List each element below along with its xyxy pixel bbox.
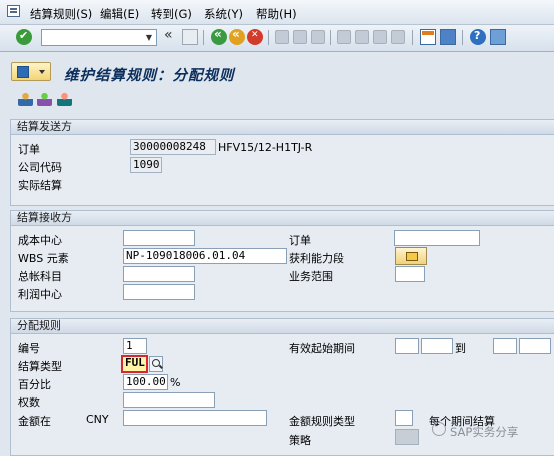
business-area-field[interactable] xyxy=(395,266,425,282)
find-icon[interactable] xyxy=(293,30,307,44)
percentage-label: 百分比 xyxy=(18,378,51,391)
cost-center-field[interactable] xyxy=(123,230,195,246)
valid-from-year-field[interactable] xyxy=(421,338,453,354)
profit-center-field[interactable] xyxy=(123,284,195,300)
new-session-icon[interactable] xyxy=(420,29,436,45)
shortcut-icon[interactable] xyxy=(440,29,456,45)
gl-account-label: 总帐科目 xyxy=(18,270,62,283)
valid-from-label: 有效起始期间 xyxy=(289,342,355,355)
gl-account-field[interactable] xyxy=(123,266,195,282)
cancel-icon[interactable] xyxy=(247,29,263,45)
percentage-field[interactable]: 100.00 xyxy=(123,374,168,390)
command-field[interactable]: ▼ xyxy=(41,29,157,46)
separator xyxy=(330,30,331,45)
save-icon[interactable] xyxy=(182,29,198,45)
customize-layout-icon[interactable] xyxy=(490,29,506,45)
group-header: 结算发送方 xyxy=(11,120,554,135)
strategy-label: 策略 xyxy=(289,434,311,447)
page-title: 维护结算规则：分配规则 xyxy=(64,68,235,84)
menu-help[interactable]: 帮助(H) xyxy=(256,6,297,22)
menu-bar: 结算规则(S) 编辑(E) 转到(G) 系统(Y) 帮助(H) xyxy=(0,0,554,25)
separator xyxy=(412,30,413,45)
wbs-element-label: WBS 元素 xyxy=(18,252,69,265)
valid-from-period-field[interactable] xyxy=(395,338,419,354)
equivalence-number-label: 权数 xyxy=(18,396,40,409)
valid-to-label: 到 xyxy=(455,342,466,355)
amount-label: 金额在 xyxy=(18,415,51,428)
actual-settlement-label: 实际结算 xyxy=(18,179,62,192)
separator xyxy=(203,30,204,45)
menu-goto[interactable]: 转到(G) xyxy=(151,6,192,22)
enter-icon[interactable] xyxy=(16,29,32,45)
watermark: SAP实务分享 xyxy=(450,425,519,439)
currency-label: CNY xyxy=(86,413,109,426)
cost-center-label: 成本中心 xyxy=(18,234,62,247)
business-area-label: 业务范围 xyxy=(289,270,333,283)
previous-page-icon[interactable] xyxy=(355,30,369,44)
find-next-icon[interactable] xyxy=(311,30,325,44)
number-label: 编号 xyxy=(18,342,40,355)
menu-edit[interactable]: 编辑(E) xyxy=(100,6,139,22)
equivalence-number-field[interactable] xyxy=(123,392,215,408)
wechat-icon xyxy=(432,422,446,436)
exit-icon[interactable] xyxy=(229,27,245,45)
search-icon[interactable] xyxy=(149,356,163,372)
number-field[interactable]: 1 xyxy=(123,338,147,354)
settlement-type-field[interactable]: FUL xyxy=(121,355,148,373)
company-code-label: 公司代码 xyxy=(18,161,62,174)
strategy-field xyxy=(395,429,419,445)
valid-to-period-field[interactable] xyxy=(493,338,517,354)
receiver-group: 结算接收方 成本中心 订单 WBS 元素 NP-109018006.01.04 … xyxy=(10,210,554,312)
person-group-icon[interactable] xyxy=(37,92,52,106)
chevron-down-icon[interactable]: ▼ xyxy=(143,31,155,44)
person-icon[interactable] xyxy=(18,92,33,106)
profitability-segment-label: 获利能力段 xyxy=(289,252,344,265)
company-code-field: 1090 xyxy=(130,157,162,173)
amount-field[interactable] xyxy=(123,410,267,426)
profitability-segment-button[interactable] xyxy=(395,247,427,265)
person-lock-icon[interactable] xyxy=(57,92,72,106)
separator xyxy=(462,30,463,45)
last-page-icon[interactable] xyxy=(391,30,405,44)
profit-center-label: 利润中心 xyxy=(18,288,62,301)
order-description: HFV15/12-H1TJ-R xyxy=(218,141,313,154)
help-icon[interactable] xyxy=(470,29,486,45)
standard-toolbar: ▼ « xyxy=(0,25,554,52)
back-icon[interactable] xyxy=(211,27,227,45)
separator xyxy=(268,30,269,45)
menu-dropdown-button[interactable] xyxy=(11,62,51,81)
group-header: 结算接收方 xyxy=(11,211,554,226)
group-header: 分配规则 xyxy=(11,319,554,334)
amount-rule-type-label: 金额规则类型 xyxy=(289,415,355,428)
title-bar: 维护结算规则：分配规则 xyxy=(0,60,554,86)
sender-group: 结算发送方 订单 30000008248 HFV15/12-H1TJ-R 公司代… xyxy=(10,119,554,206)
first-page-icon[interactable] xyxy=(337,30,351,44)
valid-to-year-field[interactable] xyxy=(519,338,551,354)
print-icon[interactable] xyxy=(275,30,289,44)
next-page-icon[interactable] xyxy=(373,30,387,44)
order-label: 订单 xyxy=(18,143,40,156)
menu-system[interactable]: 系统(Y) xyxy=(204,6,243,22)
amount-rule-type-field[interactable] xyxy=(395,410,413,426)
double-chevron-icon[interactable]: « xyxy=(164,27,180,43)
receiver-order-label: 订单 xyxy=(289,234,311,247)
menu-settlement-rule[interactable]: 结算规则(S) xyxy=(30,6,92,22)
order-field: 30000008248 xyxy=(130,139,216,155)
settlement-type-label: 结算类型 xyxy=(18,360,62,373)
wbs-element-field[interactable]: NP-109018006.01.04 xyxy=(123,248,287,264)
receiver-order-field[interactable] xyxy=(394,230,480,246)
system-menu-icon[interactable] xyxy=(7,5,20,17)
percent-unit: % xyxy=(170,376,181,389)
